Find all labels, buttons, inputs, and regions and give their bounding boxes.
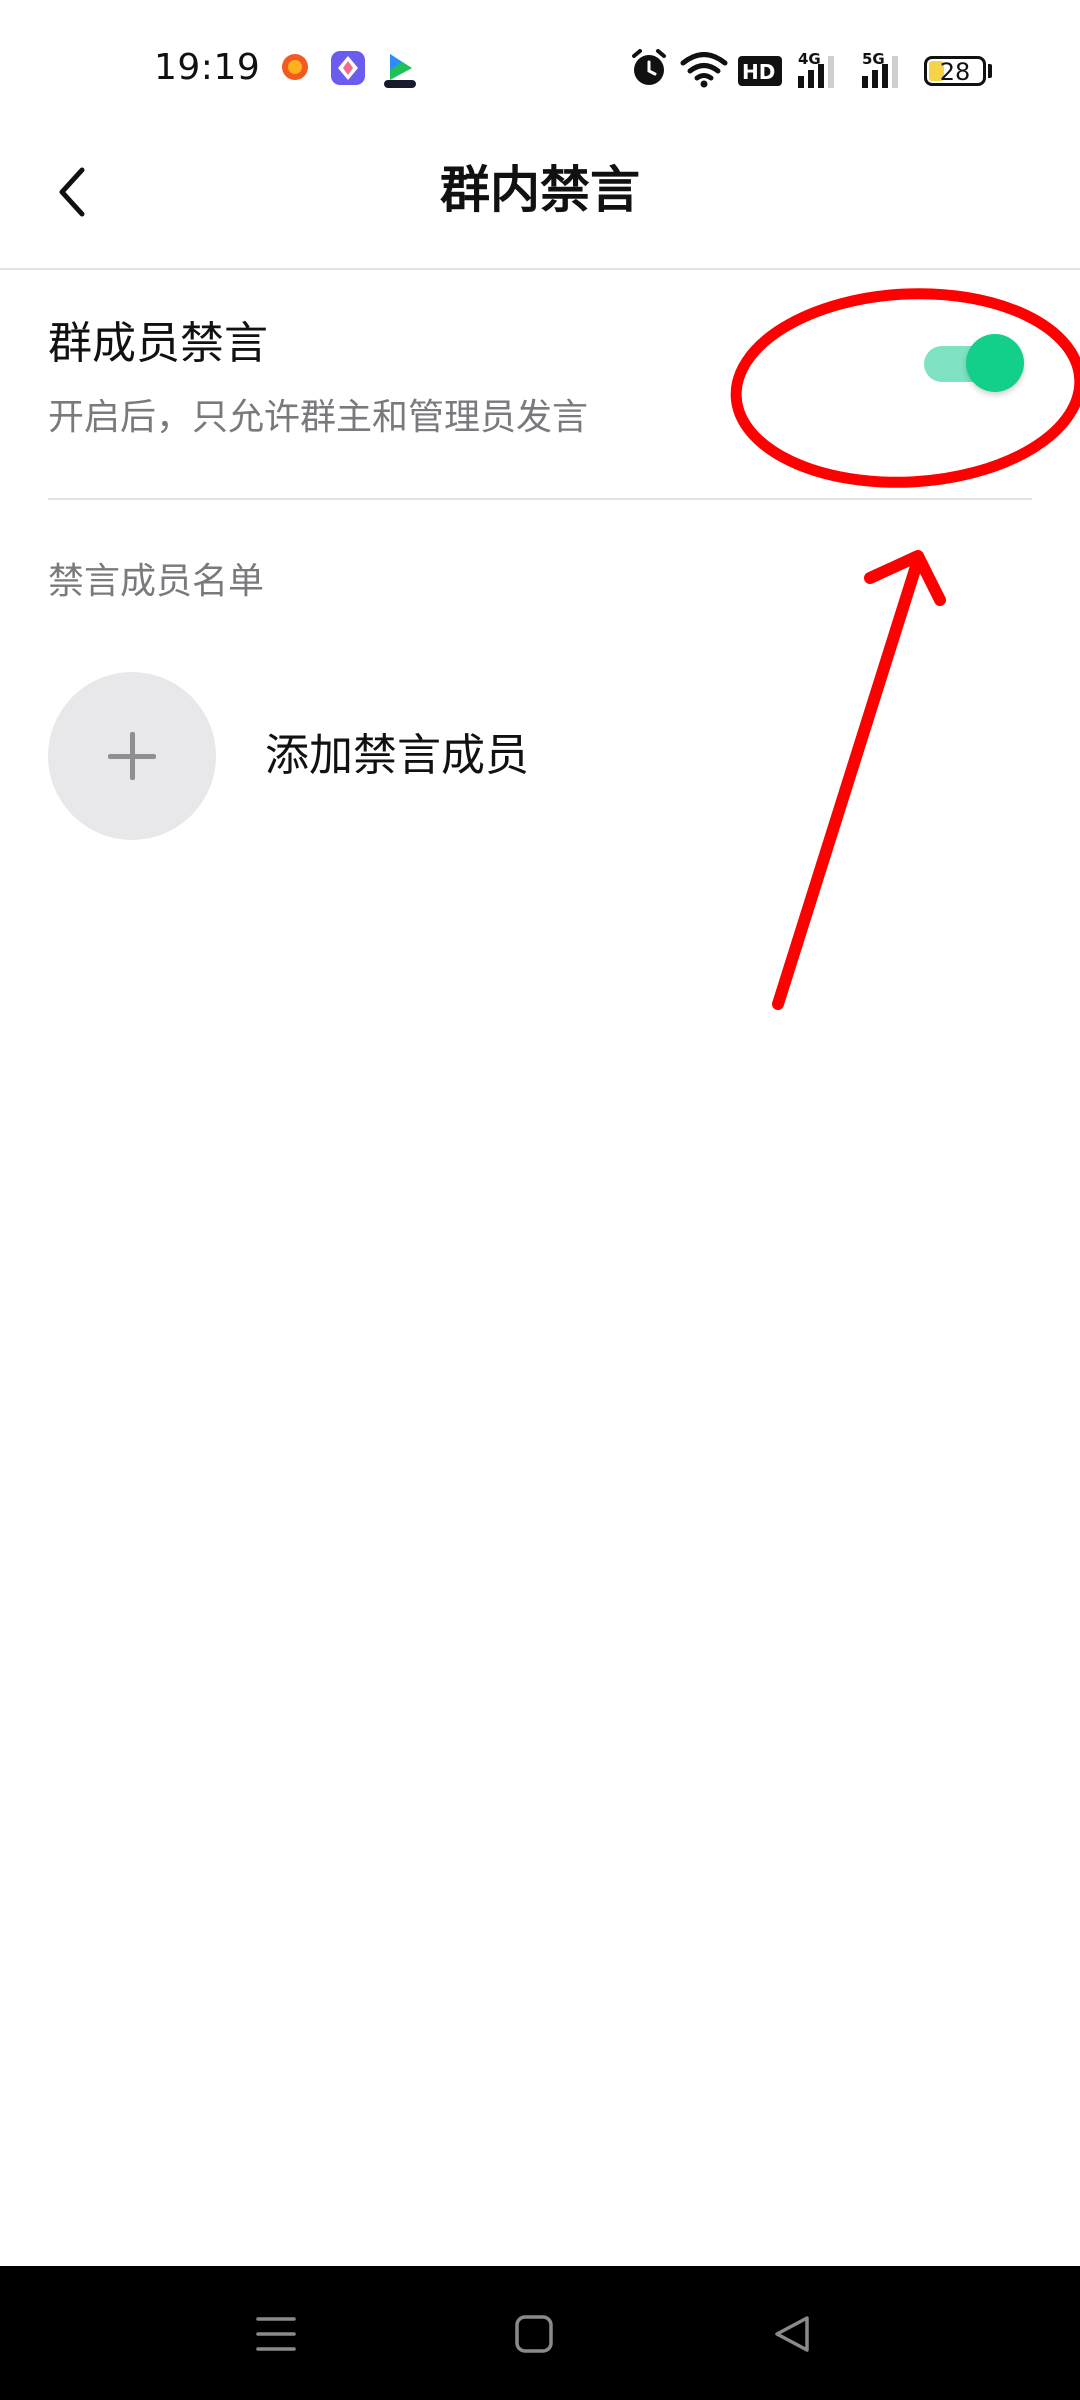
screen: 19:19 HD 4G 5G 28 群内禁言 群成员禁言 开启后，只允许群主和管… — [0, 0, 1080, 2400]
add-muted-member-label: 添加禁言成员 — [265, 730, 529, 781]
annotation-arrow-head — [864, 550, 946, 606]
system-nav-bar — [0, 2266, 1080, 2400]
add-muted-member-button[interactable] — [48, 672, 216, 840]
battery-tip — [988, 64, 992, 78]
signal-5g-label: 5G — [862, 50, 885, 68]
nav-bar: 群内禁言 — [0, 130, 1080, 270]
signal-4g-label: 4G — [798, 50, 821, 68]
mute-all-title: 群成员禁言 — [48, 318, 268, 369]
hd-label: HD — [742, 60, 775, 84]
alarm-icon — [630, 48, 668, 92]
signal-4g-icon: 4G — [796, 50, 844, 94]
status-time: 19:19 — [154, 47, 261, 88]
muted-list-header: 禁言成员名单 — [48, 561, 265, 602]
chevron-left-icon — [59, 167, 85, 217]
mute-all-toggle[interactable] — [924, 334, 1024, 394]
add-muted-member-row[interactable]: 添加禁言成员 — [48, 672, 1032, 842]
mute-all-row: 群成员禁言 开启后，只允许群主和管理员发言 — [48, 272, 1032, 500]
battery-level: 28 — [939, 58, 971, 86]
page-title: 群内禁言 — [440, 161, 640, 219]
signal-5g-icon: 5G — [860, 50, 908, 94]
taobao-icon — [280, 52, 310, 86]
back-button[interactable] — [40, 152, 104, 232]
menu-icon[interactable] — [246, 2304, 306, 2364]
toggle-thumb — [966, 334, 1024, 392]
hd-icon: HD — [738, 56, 782, 90]
wifi-icon — [680, 52, 728, 92]
battery-icon: 28 — [924, 56, 986, 86]
back-triangle-icon[interactable] — [762, 2304, 822, 2364]
mute-all-description: 开启后，只允许群主和管理员发言 — [48, 397, 589, 438]
status-bar: 19:19 HD 4G 5G 28 — [0, 0, 1080, 130]
home-icon[interactable] — [504, 2304, 564, 2364]
pinwheel-app-icon — [330, 50, 366, 90]
video-app-icon — [380, 50, 420, 94]
